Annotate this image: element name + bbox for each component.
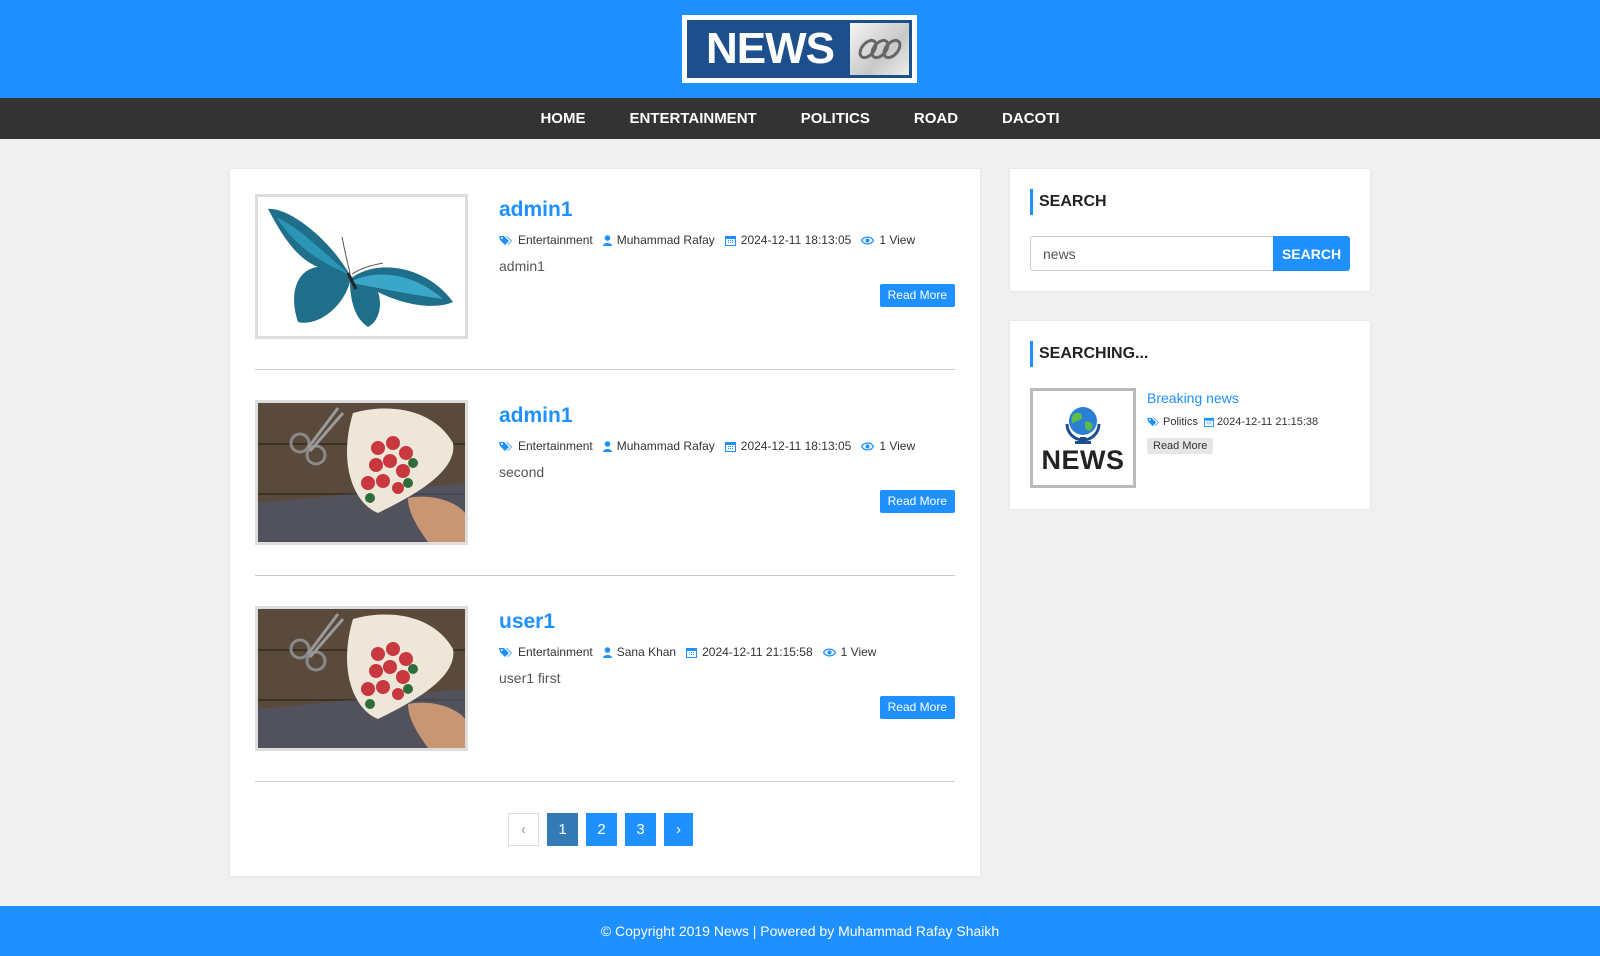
post-item: user1 Entertainment Sana Khan 2024-12-11… <box>255 606 955 782</box>
post-author: Muhammad Rafay <box>616 439 715 453</box>
abc-logo-icon <box>850 23 909 75</box>
post-item: admin1 Entertainment Muhammad Rafay 2024… <box>255 400 955 576</box>
site-header: NEWS <box>0 0 1600 98</box>
pagination-page-3[interactable]: 3 <box>625 813 656 846</box>
post-thumbnail[interactable] <box>255 400 468 545</box>
post-list: admin1 Entertainment Muhammad Rafay 2024… <box>230 169 980 876</box>
post-category[interactable]: Entertainment <box>518 233 593 247</box>
flower-bouquet-image <box>258 403 465 542</box>
post-thumbnail[interactable] <box>255 606 468 751</box>
pagination-page-2[interactable]: 2 <box>586 813 617 846</box>
search-widget-title: SEARCH <box>1030 189 1350 215</box>
nav-item-politics[interactable]: POLITICS <box>779 98 892 139</box>
logo-text: NEWS <box>690 23 850 75</box>
recent-post-category[interactable]: Politics <box>1163 416 1198 428</box>
post-author: Sana Khan <box>616 645 677 659</box>
nav-item-dacoti[interactable]: DACOTI <box>980 98 1082 139</box>
recent-read-more-button[interactable]: Read More <box>1147 438 1214 454</box>
pagination-next[interactable]: › <box>664 813 693 846</box>
flower-bouquet-image <box>258 609 465 748</box>
read-more-button[interactable]: Read More <box>879 284 955 307</box>
recent-post-thumbnail[interactable]: NEWS <box>1030 388 1136 488</box>
post-item: admin1 Entertainment Muhammad Rafay 2024… <box>255 194 955 370</box>
read-more-button[interactable]: Read More <box>879 696 955 719</box>
butterfly-image <box>258 197 465 336</box>
tags-icon <box>499 235 513 246</box>
nav-item-entertainment[interactable]: ENTERTAINMENT <box>607 98 778 139</box>
post-meta: Entertainment Muhammad Rafay 2024-12-11 … <box>499 439 955 453</box>
search-input[interactable] <box>1030 236 1273 271</box>
post-views: 1 View <box>879 439 916 453</box>
site-footer: © Copyright 2019 News | Powered by Muham… <box>0 906 1600 956</box>
globe-icon <box>1065 407 1101 444</box>
tags-icon <box>499 647 513 658</box>
recent-widget-title: SEARCHING... <box>1030 341 1350 367</box>
recent-thumb-text: NEWS <box>1041 445 1125 475</box>
user-icon <box>602 234 612 246</box>
recent-post-title[interactable]: Breaking news <box>1147 390 1324 406</box>
recent-post-item: NEWS Breaking news Politics 2024-12-11 2… <box>1030 388 1350 488</box>
post-date: 2024-12-11 18:13:05 <box>740 233 852 247</box>
post-title[interactable]: user1 <box>499 608 955 636</box>
search-button[interactable]: SEARCH <box>1273 236 1350 271</box>
eye-icon <box>861 441 875 451</box>
post-views: 1 View <box>840 645 877 659</box>
search-widget: SEARCH SEARCH <box>1010 169 1370 291</box>
calendar-icon <box>724 441 736 452</box>
user-icon <box>602 646 612 658</box>
post-category[interactable]: Entertainment <box>518 645 593 659</box>
nav-item-home[interactable]: HOME <box>518 98 607 139</box>
post-thumbnail[interactable] <box>255 194 468 339</box>
pagination-page-1[interactable]: 1 <box>547 813 578 846</box>
post-title[interactable]: admin1 <box>499 402 955 430</box>
calendar-icon <box>1203 417 1214 427</box>
post-meta: Entertainment Muhammad Rafay 2024-12-11 … <box>499 233 955 247</box>
main-nav: HOME ENTERTAINMENT POLITICS ROAD DACOTI <box>0 98 1600 139</box>
footer-copyright: © Copyright 2019 News | Powered by Muham… <box>600 923 1000 939</box>
recent-post-meta: Politics 2024-12-11 21:15:38 <box>1147 416 1324 428</box>
post-views: 1 View <box>879 233 916 247</box>
pagination: ‹ 1 2 3 › <box>508 813 701 846</box>
recent-post-date: 2024-12-11 21:15:38 <box>1216 416 1319 428</box>
pagination-prev[interactable]: ‹ <box>508 813 539 846</box>
recent-posts-widget: SEARCHING... NEWS Breaking news Politics… <box>1010 321 1370 509</box>
post-excerpt: second <box>499 464 545 480</box>
post-excerpt: user1 first <box>499 670 561 686</box>
user-icon <box>602 440 612 452</box>
post-date: 2024-12-11 18:13:05 <box>740 439 852 453</box>
tags-icon <box>1147 417 1160 427</box>
eye-icon <box>861 235 875 245</box>
calendar-icon <box>686 647 698 658</box>
post-excerpt: admin1 <box>499 258 545 274</box>
tags-icon <box>499 441 513 452</box>
post-title[interactable]: admin1 <box>499 196 955 224</box>
post-category[interactable]: Entertainment <box>518 439 593 453</box>
calendar-icon <box>724 235 736 246</box>
site-logo[interactable]: NEWS <box>682 15 917 83</box>
read-more-button[interactable]: Read More <box>879 490 955 513</box>
eye-icon <box>822 647 836 657</box>
post-author: Muhammad Rafay <box>616 233 715 247</box>
post-date: 2024-12-11 21:15:58 <box>702 645 813 659</box>
nav-item-road[interactable]: ROAD <box>892 98 980 139</box>
post-meta: Entertainment Sana Khan 2024-12-11 21:15… <box>499 645 955 659</box>
